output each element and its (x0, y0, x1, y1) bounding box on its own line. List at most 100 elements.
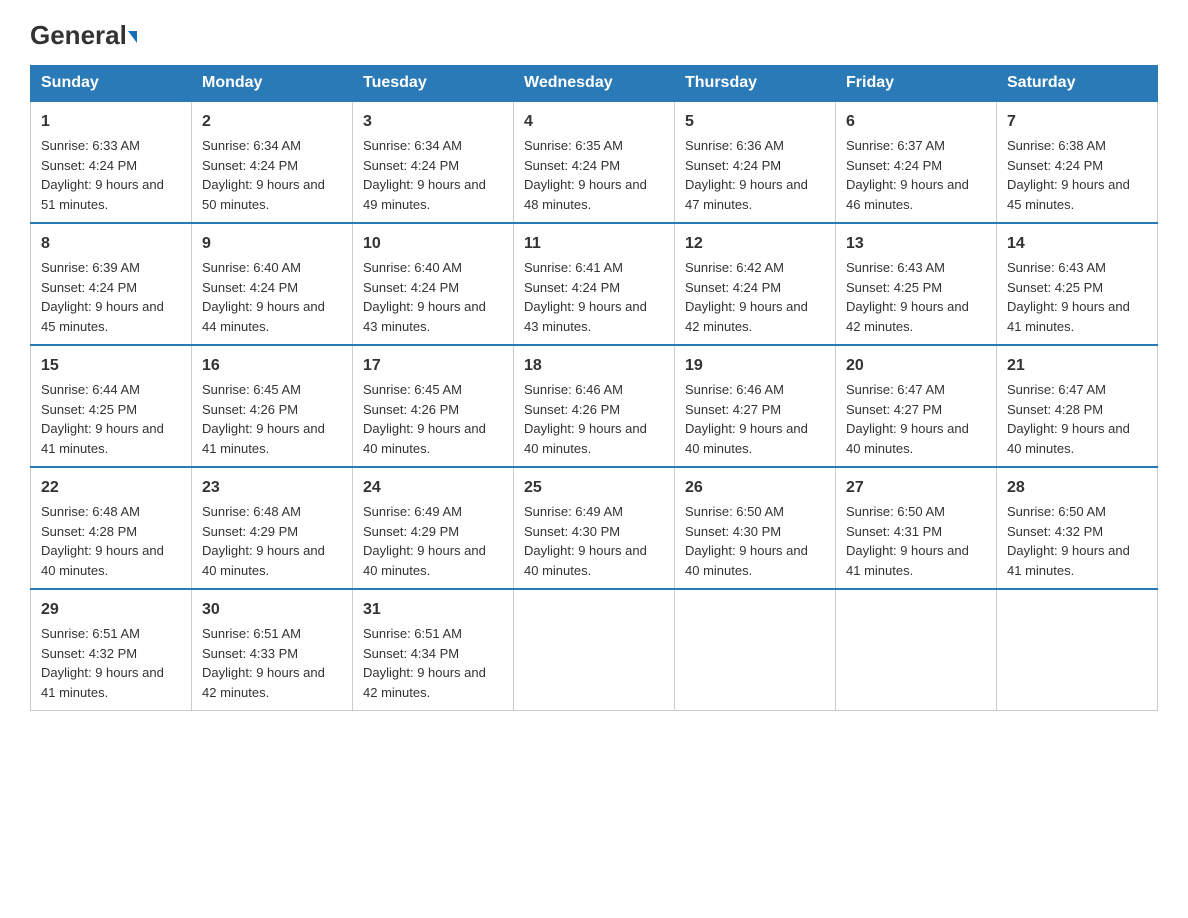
day-number: 14 (1007, 232, 1147, 256)
day-number: 27 (846, 476, 986, 500)
day-number: 29 (41, 598, 181, 622)
calendar-cell: 15 Sunrise: 6:44 AMSunset: 4:25 PMDayligh… (31, 345, 192, 467)
day-number: 16 (202, 354, 342, 378)
calendar-cell: 12Sunrise: 6:42 AMSunset: 4:24 PMDayligh… (675, 223, 836, 345)
day-info: Sunrise: 6:41 AMSunset: 4:24 PMDaylight:… (524, 260, 647, 334)
calendar-cell: 26 Sunrise: 6:50 AMSunset: 4:30 PMDayligh… (675, 467, 836, 589)
calendar-week-row: 1 Sunrise: 6:33 AMSunset: 4:24 PMDaylight… (31, 101, 1158, 223)
day-header-friday: Friday (836, 66, 997, 102)
calendar-cell: 24 Sunrise: 6:49 AMSunset: 4:29 PMDayligh… (353, 467, 514, 589)
logo-top: General (30, 20, 137, 51)
day-info: Sunrise: 6:50 AMSunset: 4:32 PMDaylight:… (1007, 504, 1130, 578)
day-number: 12 (685, 232, 825, 256)
day-info: Sunrise: 6:34 AMSunset: 4:24 PMDaylight:… (202, 138, 325, 212)
day-info: Sunrise: 6:33 AMSunset: 4:24 PMDaylight:… (41, 138, 164, 212)
calendar-cell: 2 Sunrise: 6:34 AMSunset: 4:24 PMDaylight… (192, 101, 353, 223)
day-number: 25 (524, 476, 664, 500)
day-number: 18 (524, 354, 664, 378)
day-number: 4 (524, 110, 664, 134)
calendar-cell: 30 Sunrise: 6:51 AMSunset: 4:33 PMDayligh… (192, 589, 353, 711)
calendar-cell: 13 Sunrise: 6:43 AMSunset: 4:25 PMDayligh… (836, 223, 997, 345)
calendar-cell: 27 Sunrise: 6:50 AMSunset: 4:31 PMDayligh… (836, 467, 997, 589)
day-info: Sunrise: 6:37 AMSunset: 4:24 PMDaylight:… (846, 138, 969, 212)
day-info: Sunrise: 6:39 AMSunset: 4:24 PMDaylight:… (41, 260, 164, 334)
day-number: 6 (846, 110, 986, 134)
day-info: Sunrise: 6:43 AMSunset: 4:25 PMDaylight:… (846, 260, 969, 334)
day-info: Sunrise: 6:47 AMSunset: 4:28 PMDaylight:… (1007, 382, 1130, 456)
calendar-cell: 21Sunrise: 6:47 AMSunset: 4:28 PMDayligh… (997, 345, 1158, 467)
day-info: Sunrise: 6:51 AMSunset: 4:32 PMDaylight:… (41, 626, 164, 700)
day-info: Sunrise: 6:46 AMSunset: 4:27 PMDaylight:… (685, 382, 808, 456)
day-header-saturday: Saturday (997, 66, 1158, 102)
calendar-week-row: 15 Sunrise: 6:44 AMSunset: 4:25 PMDayligh… (31, 345, 1158, 467)
calendar-cell: 7 Sunrise: 6:38 AMSunset: 4:24 PMDaylight… (997, 101, 1158, 223)
day-info: Sunrise: 6:44 AMSunset: 4:25 PMDaylight:… (41, 382, 164, 456)
day-number: 28 (1007, 476, 1147, 500)
calendar-cell (514, 589, 675, 711)
day-number: 1 (41, 110, 181, 134)
day-number: 26 (685, 476, 825, 500)
calendar-cell: 17 Sunrise: 6:45 AMSunset: 4:26 PMDayligh… (353, 345, 514, 467)
day-info: Sunrise: 6:50 AMSunset: 4:31 PMDaylight:… (846, 504, 969, 578)
day-number: 23 (202, 476, 342, 500)
calendar-cell: 8Sunrise: 6:39 AMSunset: 4:24 PMDaylight… (31, 223, 192, 345)
day-number: 20 (846, 354, 986, 378)
calendar-cell: 25Sunrise: 6:49 AMSunset: 4:30 PMDayligh… (514, 467, 675, 589)
calendar-cell: 29 Sunrise: 6:51 AMSunset: 4:32 PMDayligh… (31, 589, 192, 711)
day-info: Sunrise: 6:35 AMSunset: 4:24 PMDaylight:… (524, 138, 647, 212)
calendar-cell (675, 589, 836, 711)
calendar-week-row: 22Sunrise: 6:48 AMSunset: 4:28 PMDayligh… (31, 467, 1158, 589)
day-header-sunday: Sunday (31, 66, 192, 102)
day-info: Sunrise: 6:45 AMSunset: 4:26 PMDaylight:… (202, 382, 325, 456)
day-info: Sunrise: 6:49 AMSunset: 4:29 PMDaylight:… (363, 504, 486, 578)
day-number: 19 (685, 354, 825, 378)
day-header-monday: Monday (192, 66, 353, 102)
day-info: Sunrise: 6:51 AMSunset: 4:33 PMDaylight:… (202, 626, 325, 700)
day-info: Sunrise: 6:45 AMSunset: 4:26 PMDaylight:… (363, 382, 486, 456)
calendar-cell: 5 Sunrise: 6:36 AMSunset: 4:24 PMDaylight… (675, 101, 836, 223)
day-number: 7 (1007, 110, 1147, 134)
day-info: Sunrise: 6:36 AMSunset: 4:24 PMDaylight:… (685, 138, 808, 212)
calendar-cell: 10 Sunrise: 6:40 AMSunset: 4:24 PMDayligh… (353, 223, 514, 345)
day-number: 10 (363, 232, 503, 256)
calendar-cell: 16 Sunrise: 6:45 AMSunset: 4:26 PMDayligh… (192, 345, 353, 467)
day-info: Sunrise: 6:50 AMSunset: 4:30 PMDaylight:… (685, 504, 808, 578)
day-header-thursday: Thursday (675, 66, 836, 102)
day-info: Sunrise: 6:47 AMSunset: 4:27 PMDaylight:… (846, 382, 969, 456)
calendar-cell: 19 Sunrise: 6:46 AMSunset: 4:27 PMDayligh… (675, 345, 836, 467)
calendar-table: SundayMondayTuesdayWednesdayThursdayFrid… (30, 65, 1158, 711)
day-number: 30 (202, 598, 342, 622)
logo: General (30, 20, 137, 47)
calendar-cell: 1 Sunrise: 6:33 AMSunset: 4:24 PMDaylight… (31, 101, 192, 223)
calendar-cell: 9Sunrise: 6:40 AMSunset: 4:24 PMDaylight… (192, 223, 353, 345)
calendar-cell: 3Sunrise: 6:34 AMSunset: 4:24 PMDaylight… (353, 101, 514, 223)
day-header-tuesday: Tuesday (353, 66, 514, 102)
calendar-cell: 4 Sunrise: 6:35 AMSunset: 4:24 PMDaylight… (514, 101, 675, 223)
day-info: Sunrise: 6:46 AMSunset: 4:26 PMDaylight:… (524, 382, 647, 456)
page-header: General (30, 20, 1158, 47)
day-number: 15 (41, 354, 181, 378)
day-number: 5 (685, 110, 825, 134)
day-number: 13 (846, 232, 986, 256)
calendar-cell (997, 589, 1158, 711)
day-info: Sunrise: 6:40 AMSunset: 4:24 PMDaylight:… (202, 260, 325, 334)
calendar-cell: 11Sunrise: 6:41 AMSunset: 4:24 PMDayligh… (514, 223, 675, 345)
calendar-cell: 31Sunrise: 6:51 AMSunset: 4:34 PMDayligh… (353, 589, 514, 711)
calendar-cell: 20 Sunrise: 6:47 AMSunset: 4:27 PMDayligh… (836, 345, 997, 467)
day-info: Sunrise: 6:48 AMSunset: 4:29 PMDaylight:… (202, 504, 325, 578)
day-number: 17 (363, 354, 503, 378)
calendar-cell: 28 Sunrise: 6:50 AMSunset: 4:32 PMDayligh… (997, 467, 1158, 589)
calendar-cell: 22Sunrise: 6:48 AMSunset: 4:28 PMDayligh… (31, 467, 192, 589)
calendar-cell: 6 Sunrise: 6:37 AMSunset: 4:24 PMDaylight… (836, 101, 997, 223)
calendar-cell: 18 Sunrise: 6:46 AMSunset: 4:26 PMDayligh… (514, 345, 675, 467)
day-number: 24 (363, 476, 503, 500)
day-number: 2 (202, 110, 342, 134)
calendar-week-row: 8Sunrise: 6:39 AMSunset: 4:24 PMDaylight… (31, 223, 1158, 345)
calendar-cell: 14 Sunrise: 6:43 AMSunset: 4:25 PMDayligh… (997, 223, 1158, 345)
calendar-week-row: 29 Sunrise: 6:51 AMSunset: 4:32 PMDayligh… (31, 589, 1158, 711)
day-info: Sunrise: 6:40 AMSunset: 4:24 PMDaylight:… (363, 260, 486, 334)
day-info: Sunrise: 6:43 AMSunset: 4:25 PMDaylight:… (1007, 260, 1130, 334)
day-info: Sunrise: 6:48 AMSunset: 4:28 PMDaylight:… (41, 504, 164, 578)
calendar-header-row: SundayMondayTuesdayWednesdayThursdayFrid… (31, 66, 1158, 102)
day-info: Sunrise: 6:38 AMSunset: 4:24 PMDaylight:… (1007, 138, 1130, 212)
